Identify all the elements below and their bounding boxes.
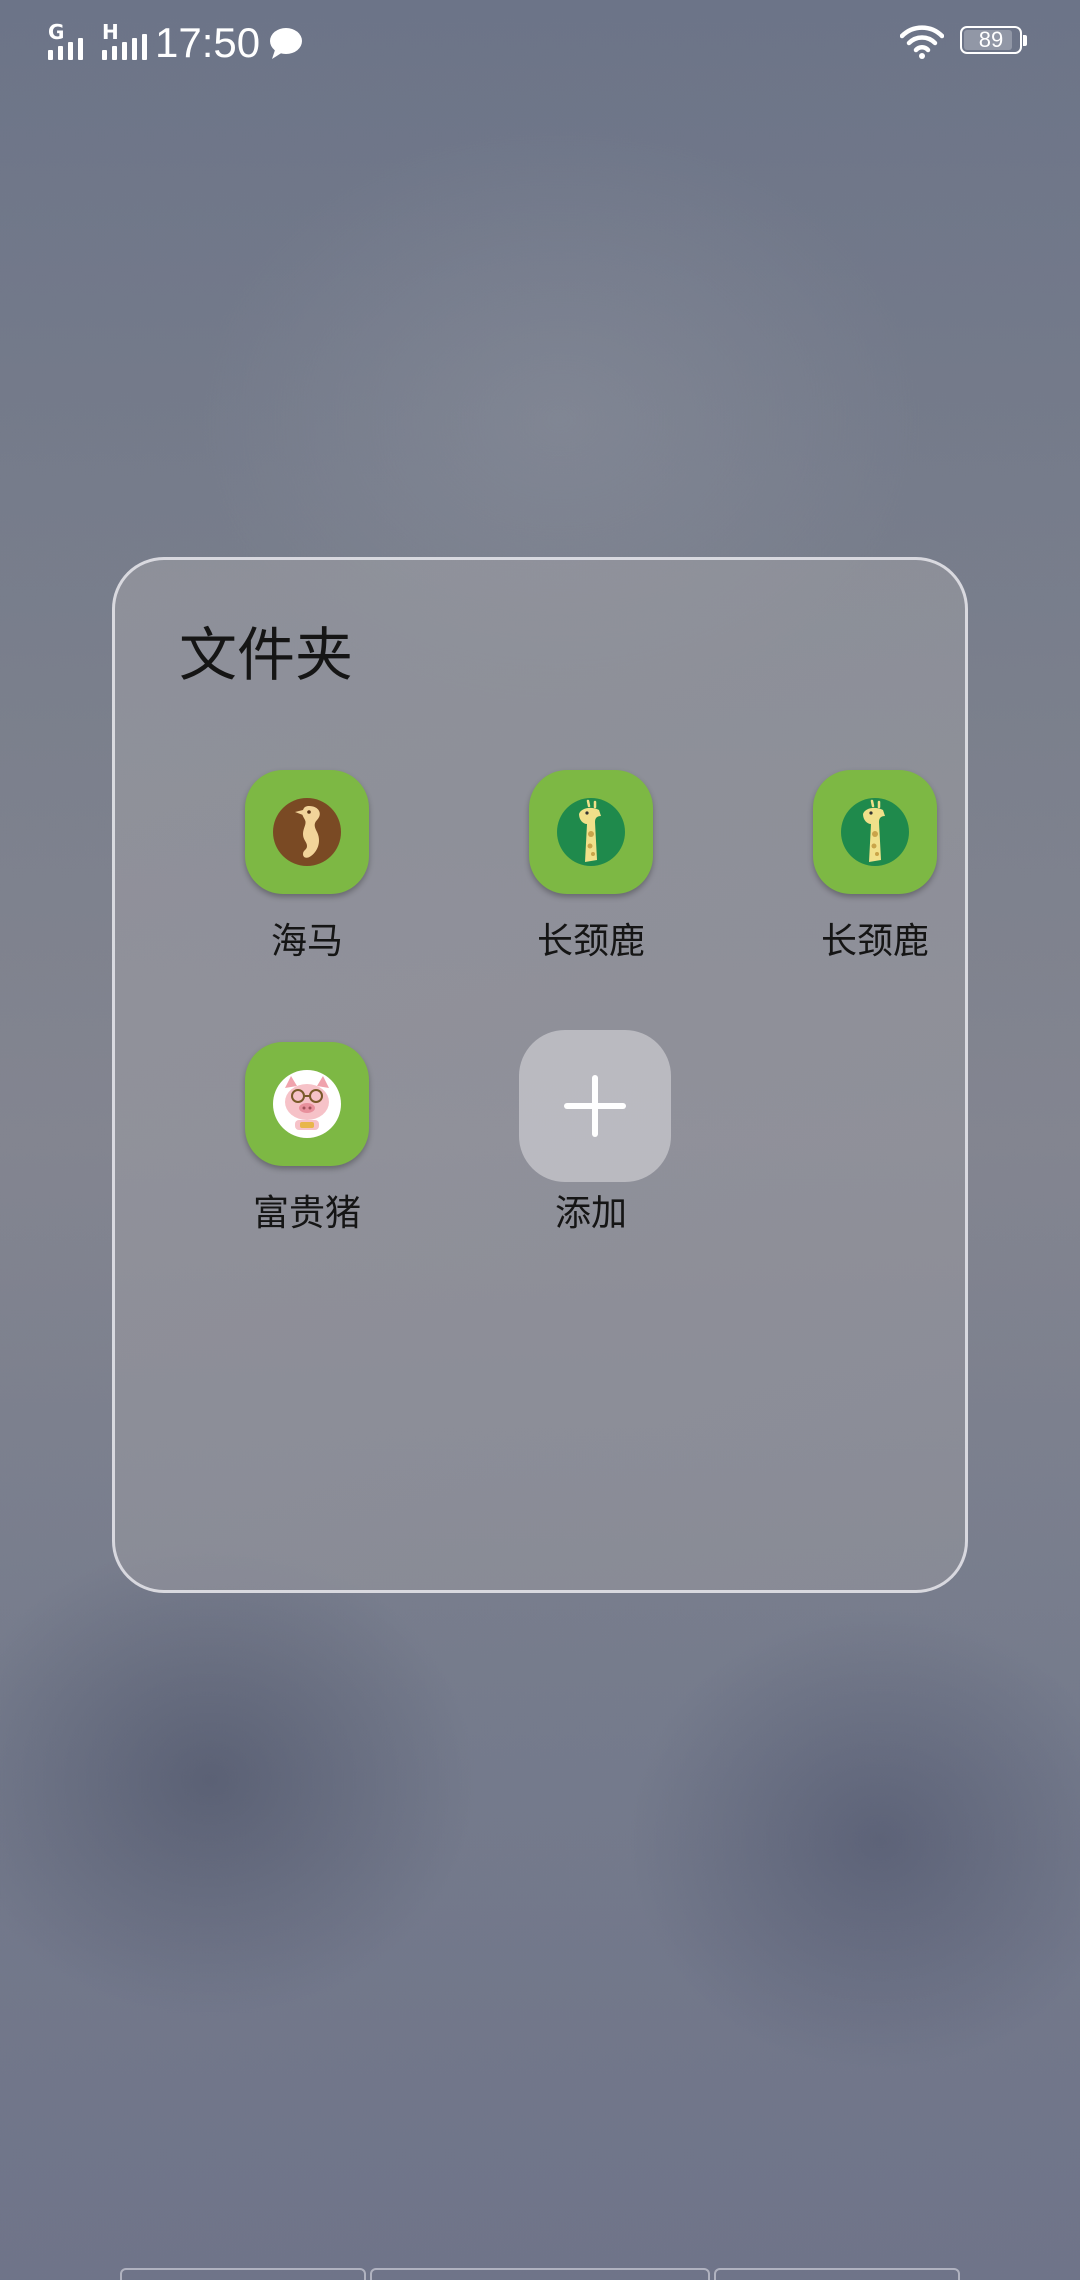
battery-icon: 89 [960,26,1027,56]
status-time: 17:50 [155,19,261,66]
chat-bubble-icon [268,26,304,60]
folder-panel: 文件夹 海马 长颈鹿 长颈鹿 富贵猪 添加 [112,557,968,1593]
folder-title[interactable]: 文件夹 [179,620,353,690]
app-seahorse[interactable]: 海马 [207,770,407,990]
status-bar: G H 17:50 89 [0,0,1080,86]
seahorse-icon[interactable] [245,770,369,894]
giraffe-icon[interactable] [813,770,937,894]
signal-strength-icon-1: G [48,20,98,60]
add-app-label: 添加 [554,1193,627,1234]
pig-icon[interactable] [245,1042,369,1166]
app-label: 长颈鹿 [820,921,929,962]
app-giraffe-1[interactable]: 长颈鹿 [491,770,691,990]
battery-level: 89 [978,27,1004,52]
add-app-button[interactable]: 添加 [491,1030,691,1262]
giraffe-icon[interactable] [529,770,653,894]
signal-strength-icon-2: H [102,20,152,60]
app-label: 长颈鹿 [536,921,645,962]
app-label: 海马 [270,921,343,962]
app-pig[interactable]: 富贵猪 [207,1042,407,1262]
dock-tab-3[interactable] [714,2268,960,2280]
network-type-label-2: H [102,20,119,44]
dock-tab-1[interactable] [120,2268,366,2280]
dock-tab-2[interactable] [370,2268,710,2280]
app-giraffe-2[interactable]: 长颈鹿 [775,770,975,990]
plus-icon[interactable] [519,1030,671,1182]
network-type-label-1: G [48,20,65,44]
app-label: 富贵猪 [252,1193,361,1234]
wifi-icon [899,24,945,60]
